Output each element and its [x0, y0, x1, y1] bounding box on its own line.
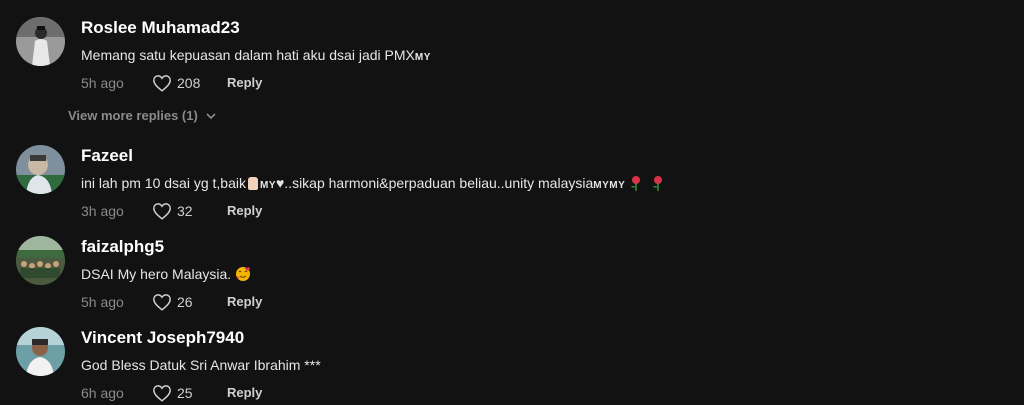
- reply-button[interactable]: Reply: [227, 73, 262, 93]
- view-more-replies[interactable]: View more replies (1): [68, 108, 217, 123]
- comment-text: Memang satu kepuasan dalam hati aku dsai…: [81, 47, 431, 63]
- comment-username[interactable]: faizalphg5: [81, 236, 164, 258]
- avatar[interactable]: [16, 145, 65, 194]
- love-face-emoji: [236, 267, 251, 281]
- comment-time: 5h ago: [81, 75, 124, 91]
- rose-emoji: [631, 176, 641, 191]
- comment-username[interactable]: Fazeel: [81, 145, 133, 167]
- comment-meta: 5h ago 26 Reply: [81, 292, 262, 312]
- rose-emoji: [653, 176, 663, 191]
- avatar[interactable]: [16, 327, 65, 376]
- like-button[interactable]: 26: [152, 292, 227, 312]
- like-button[interactable]: 25: [152, 383, 227, 403]
- heart-icon: [153, 385, 171, 402]
- comment-meta: 6h ago 25 Reply: [81, 383, 262, 403]
- reply-button[interactable]: Reply: [227, 383, 262, 403]
- comment-text: ini lah pm 10 dsai yg t,baik MY♥..sikap h…: [81, 173, 669, 196]
- comment-text: DSAI My hero Malaysia.: [81, 264, 251, 284]
- comment-meta: 5h ago 208 Reply: [81, 73, 262, 93]
- like-count: 26: [177, 294, 193, 310]
- comment-time: 6h ago: [81, 385, 124, 401]
- comment-time: 5h ago: [81, 294, 124, 310]
- heart-icon: [153, 203, 171, 220]
- comment-username[interactable]: Roslee Muhamad23: [81, 17, 240, 39]
- comment-username[interactable]: Vincent Joseph7940: [81, 327, 244, 349]
- avatar[interactable]: [16, 17, 65, 66]
- like-button[interactable]: 32: [152, 201, 227, 221]
- view-more-label: View more replies (1): [68, 108, 198, 123]
- heart-icon: [153, 294, 171, 311]
- like-count: 32: [177, 203, 193, 219]
- like-count: 208: [177, 75, 201, 91]
- like-button[interactable]: 208: [152, 73, 227, 93]
- thumbs-up-emoji: [247, 177, 258, 190]
- comment-time: 3h ago: [81, 203, 124, 219]
- flag-emoji: MY: [414, 52, 431, 63]
- avatar[interactable]: [16, 236, 65, 285]
- like-count: 25: [177, 385, 193, 401]
- reply-button[interactable]: Reply: [227, 292, 262, 312]
- reply-button[interactable]: Reply: [227, 201, 262, 221]
- flag-emoji: MY: [259, 180, 276, 191]
- heart-icon: [153, 75, 171, 92]
- comment-text: God Bless Datuk Sri Anwar Ibrahim ***: [81, 357, 321, 373]
- chevron-down-icon: [206, 112, 216, 119]
- flag-emoji: MYMY: [593, 180, 626, 191]
- comment-meta: 3h ago 32 Reply: [81, 201, 262, 221]
